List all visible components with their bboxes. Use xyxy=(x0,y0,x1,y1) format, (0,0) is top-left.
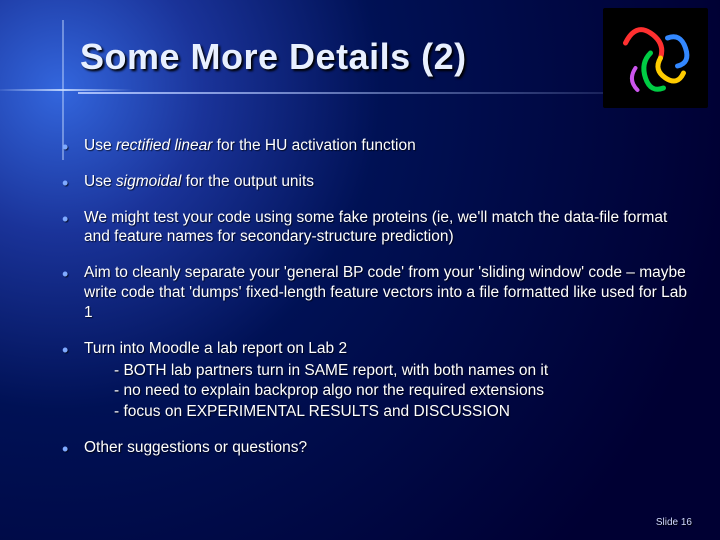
bullet-text: Turn into Moodle a lab report on Lab 2 xyxy=(84,340,347,357)
bullet-item: Turn into Moodle a lab report on Lab 2 -… xyxy=(62,339,692,422)
slide-title: Some More Details (2) xyxy=(80,36,467,78)
sub-item: - no need to explain backprop algo nor t… xyxy=(114,381,692,401)
slide-number: Slide 16 xyxy=(656,517,692,528)
bullet-text: for the output units xyxy=(181,173,314,190)
title-underline xyxy=(78,92,668,94)
bullet-item: Aim to cleanly separate your 'general BP… xyxy=(62,263,692,322)
bullet-text: Aim to cleanly separate your 'general BP… xyxy=(84,264,687,321)
bullet-list: Use rectified linear for the HU activati… xyxy=(62,136,692,474)
bullet-term: sigmoidal xyxy=(116,173,181,190)
bullet-text: for the HU activation function xyxy=(212,137,415,154)
sub-list: - BOTH lab partners turn in SAME report,… xyxy=(84,361,692,422)
bullet-term: rectified linear xyxy=(116,137,213,154)
bullet-text: Use xyxy=(84,137,116,154)
bullet-item: Use sigmoidal for the output units xyxy=(62,172,692,192)
bullet-item: Use rectified linear for the HU activati… xyxy=(62,136,692,156)
bullet-item: Other suggestions or questions? xyxy=(62,438,692,458)
bullet-text: Use xyxy=(84,173,116,190)
protein-structure-image xyxy=(603,8,708,108)
sub-item: - BOTH lab partners turn in SAME report,… xyxy=(114,361,692,381)
bullet-text: We might test your code using some fake … xyxy=(84,209,667,246)
bullet-item: We might test your code using some fake … xyxy=(62,208,692,248)
bullet-text: Other suggestions or questions? xyxy=(84,439,307,456)
sub-item: - focus on EXPERIMENTAL RESULTS and DISC… xyxy=(114,402,692,422)
